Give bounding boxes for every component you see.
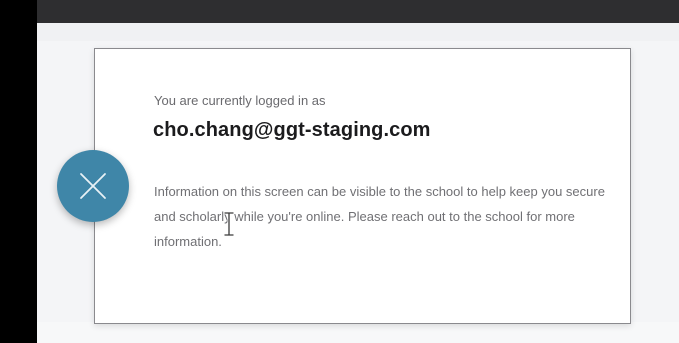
session-info-card: You are currently logged in as cho.chang… bbox=[94, 48, 631, 324]
screen: You are currently logged in as cho.chang… bbox=[0, 0, 679, 343]
top-dark-bar bbox=[37, 0, 679, 23]
bottom-area bbox=[37, 322, 679, 343]
top-light-strip bbox=[37, 23, 679, 41]
text-cursor-icon bbox=[223, 212, 235, 236]
left-black-bar bbox=[0, 0, 37, 343]
close-button[interactable] bbox=[57, 150, 129, 222]
logged-in-label: You are currently logged in as bbox=[154, 93, 326, 108]
logged-in-email: cho.chang@ggt-staging.com bbox=[153, 119, 431, 141]
close-icon bbox=[80, 173, 106, 199]
